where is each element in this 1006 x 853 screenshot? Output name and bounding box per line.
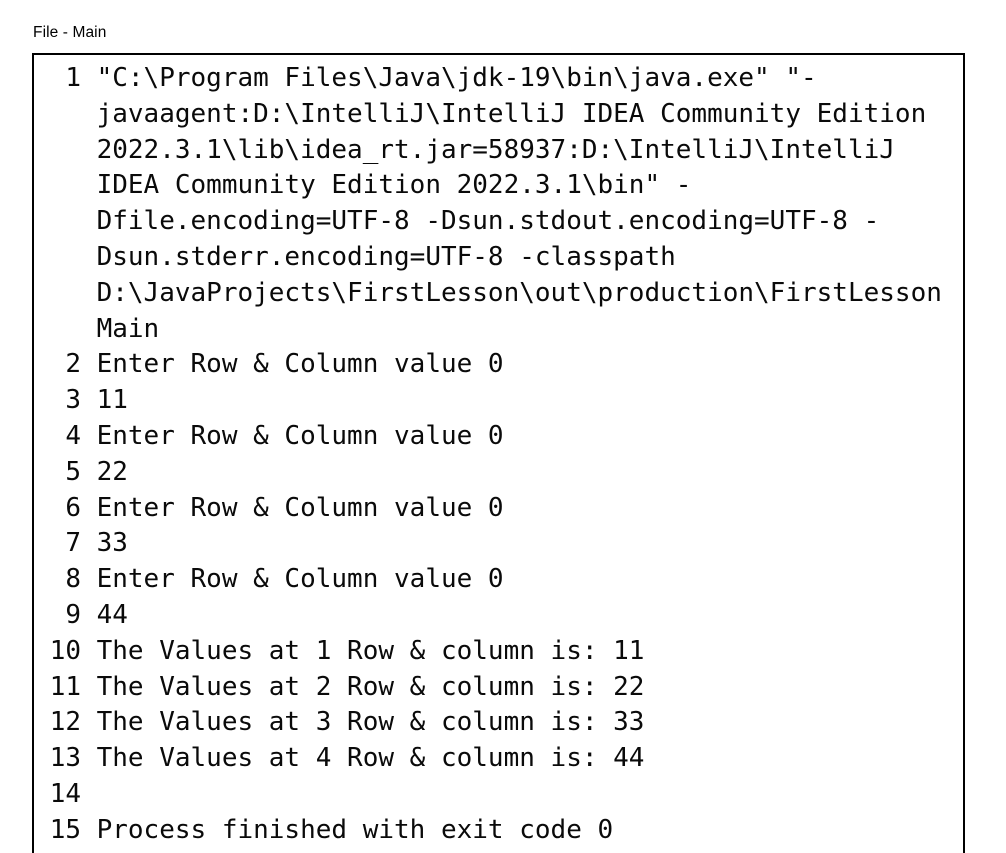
console-line-text: Enter Row & Column value 0 [96,564,504,595]
console-line-text: "C:\Program Files\Java\jdk-19\bin\java.e… [96,63,958,344]
console-line: 14 [34,777,963,813]
console-line-text [81,849,963,853]
line-number: 10 [49,635,81,666]
console-line: 3 11 [34,383,963,419]
console-line: 5 22 [34,455,963,491]
console-line: 11 The Values at 2 Row & column is: 22 [34,670,963,706]
line-number: 15 [49,814,81,845]
console-line: 15 Process finished with exit code 0 [34,813,963,849]
console-line-text: Enter Row & Column value 0 [96,349,504,380]
console-line: 13 The Values at 4 Row & column is: 44 [34,741,963,777]
console-output-area[interactable]: 1 "C:\Program Files\Java\jdk-19\bin\java.… [34,55,963,853]
console-line-text: The Values at 1 Row & column is: 11 [96,635,645,666]
line-number: 1 [65,63,81,93]
console-line: 16 [34,849,963,853]
console-line-text [81,777,963,813]
page-title: File - Main [33,24,107,41]
line-number: 16 [34,849,81,853]
line-number: 8 [65,564,81,595]
line-number: 5 [65,456,81,487]
console-line-text: The Values at 4 Row & column is: 44 [96,743,645,774]
console-line: 6 Enter Row & Column value 0 [34,491,963,527]
console-line-text: Enter Row & Column value 0 [96,492,504,523]
console-line-text: 33 [96,528,128,559]
console-line-text: Enter Row & Column value 0 [96,420,504,451]
console-line: 4 Enter Row & Column value 0 [34,419,963,455]
console-line-text: 22 [96,456,128,487]
console-line: 1 "C:\Program Files\Java\jdk-19\bin\java.… [34,61,963,347]
console-line: 12 The Values at 3 Row & column is: 33 [34,705,963,741]
console-line-text: The Values at 2 Row & column is: 22 [96,671,645,702]
line-number: 4 [65,420,81,451]
console-line: 7 33 [34,526,963,562]
console-line: 9 44 [34,598,963,634]
console-line-text: 44 [96,599,128,630]
console-line-text: The Values at 3 Row & column is: 33 [96,707,645,738]
screenshot-root: File - Main 1 "C:\Program Files\Java\jdk-… [0,0,1006,853]
line-number: 2 [65,349,81,380]
line-number: 12 [49,707,81,738]
console-frame: 1 "C:\Program Files\Java\jdk-19\bin\java.… [32,53,965,853]
line-number: 6 [65,492,81,523]
line-number: 3 [65,385,81,416]
line-number: 14 [49,778,81,809]
line-number: 13 [49,743,81,774]
console-line-text: Process finished with exit code 0 [96,814,614,845]
line-number: 11 [49,671,81,702]
console-line: 10 The Values at 1 Row & column is: 11 [34,634,963,670]
line-number: 9 [65,599,81,630]
console-line: 8 Enter Row & Column value 0 [34,562,963,598]
line-number: 7 [65,528,81,559]
console-line-text: 11 [96,385,128,416]
console-line: 2 Enter Row & Column value 0 [34,347,963,383]
